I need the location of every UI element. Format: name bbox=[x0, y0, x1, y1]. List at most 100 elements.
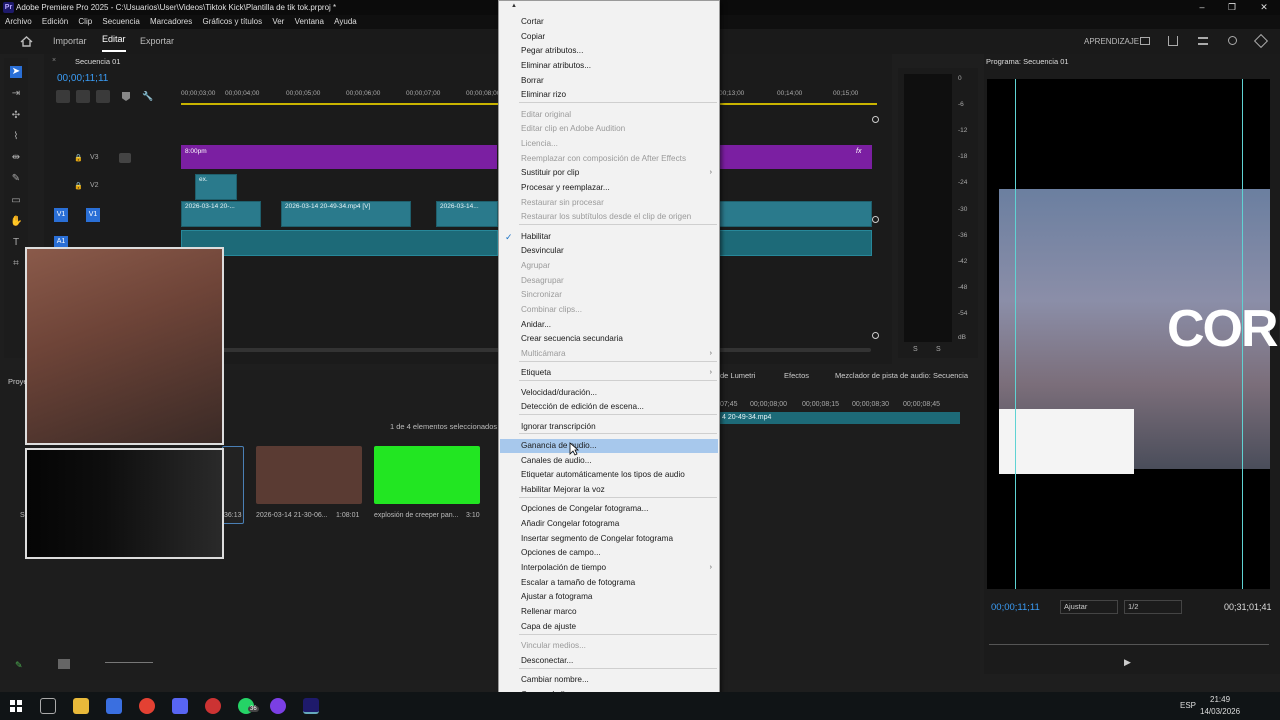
menu-edicion[interactable]: Edición bbox=[42, 17, 68, 26]
context-menu-item[interactable]: Interpolación de tiempo › bbox=[500, 561, 718, 575]
clip-v3[interactable]: 8:00pm bbox=[181, 145, 497, 169]
menu-archivo[interactable]: Archivo bbox=[5, 17, 32, 26]
context-menu-item[interactable]: Habilitar ✓ bbox=[500, 230, 718, 244]
menu-graficos[interactable]: Gráficos y títulos bbox=[203, 17, 263, 26]
program-tab[interactable]: Programa: Secuencia 01 bbox=[986, 57, 1069, 66]
hand-icon[interactable]: ✋ bbox=[10, 216, 22, 228]
share-icon[interactable] bbox=[1168, 36, 1178, 46]
premiere-taskbar-icon[interactable] bbox=[303, 698, 319, 714]
context-menu-item[interactable]: Insertar segmento de Congelar fotograma bbox=[500, 532, 718, 546]
icon-view-button[interactable] bbox=[58, 659, 70, 669]
lock-icon[interactable]: 🔒 bbox=[74, 154, 83, 162]
learn-button[interactable]: APRENDIZAJE bbox=[1084, 29, 1139, 54]
ripple-edit-icon[interactable]: ✣ bbox=[10, 110, 22, 122]
play-icon[interactable]: ▶ bbox=[1124, 657, 1131, 668]
clip-v3-right[interactable] bbox=[716, 145, 872, 169]
track-select-icon[interactable]: ⇥ bbox=[10, 88, 22, 100]
timeline-timecode[interactable]: 00;00;11;11 bbox=[57, 73, 108, 84]
marker-icon[interactable] bbox=[122, 92, 130, 101]
clip-a1[interactable] bbox=[181, 230, 498, 256]
clip-v2[interactable]: ex. bbox=[195, 174, 237, 200]
scroll-handle[interactable] bbox=[872, 332, 879, 339]
eye-icon[interactable] bbox=[119, 153, 131, 163]
fit-select[interactable]: Ajustar bbox=[1060, 600, 1118, 614]
clock-date[interactable]: 14/03/2026 bbox=[1200, 707, 1240, 716]
slip-icon[interactable]: ⇹ bbox=[10, 152, 22, 164]
search-icon[interactable] bbox=[1228, 36, 1237, 45]
program-scrubber[interactable] bbox=[989, 644, 1269, 645]
context-menu-item[interactable]: Añadir Congelar fotograma bbox=[500, 517, 718, 531]
windows-start-icon[interactable] bbox=[8, 698, 24, 714]
fullscreen-icon[interactable] bbox=[1253, 33, 1269, 49]
messenger-icon[interactable] bbox=[270, 698, 286, 714]
tab-mezclador[interactable]: Mezclador de pista de audio: Secuencia bbox=[835, 371, 968, 380]
task-view-icon[interactable] bbox=[40, 698, 56, 714]
type-icon[interactable]: T bbox=[10, 237, 22, 249]
menu-ver[interactable]: Ver bbox=[272, 17, 284, 26]
scroll-handle[interactable] bbox=[872, 216, 879, 223]
home-icon[interactable] bbox=[20, 36, 33, 47]
context-menu-item[interactable]: Copiar bbox=[500, 30, 718, 44]
clock-time[interactable]: 21:49 bbox=[1210, 695, 1230, 704]
context-menu-item[interactable]: Desconectar... bbox=[500, 654, 718, 668]
close-button[interactable]: ✕ bbox=[1250, 0, 1278, 15]
context-menu-item[interactable]: Ganancia de audio... bbox=[500, 439, 718, 453]
context-menu-item[interactable]: Escalar a tamaño de fotograma bbox=[500, 576, 718, 590]
context-menu-item[interactable]: Etiqueta › bbox=[500, 366, 718, 380]
clip-v1-right[interactable] bbox=[716, 201, 872, 227]
menu-secuencia[interactable]: Secuencia bbox=[102, 17, 139, 26]
selection-tool-icon[interactable]: ➤ bbox=[10, 66, 22, 78]
context-menu-item[interactable]: Cortar bbox=[500, 15, 718, 29]
context-menu-item[interactable]: Etiquetar automáticamente los tipos de a… bbox=[500, 468, 718, 482]
caption-icon[interactable]: ⌗ bbox=[10, 258, 22, 270]
context-menu-item[interactable]: Rellenar marco bbox=[500, 605, 718, 619]
discord-icon[interactable] bbox=[172, 698, 188, 714]
context-menu-item[interactable]: Eliminar atributos... bbox=[500, 59, 718, 73]
project-item-thumb[interactable] bbox=[256, 446, 362, 504]
context-menu-item[interactable]: Cambiar nombre... bbox=[500, 673, 718, 687]
wrench-icon[interactable]: 🔧 bbox=[142, 91, 153, 102]
context-menu-item[interactable]: Habilitar Mejorar la voz bbox=[500, 483, 718, 497]
lock-icon[interactable]: 🔒 bbox=[74, 182, 83, 190]
nest-toggle-icon[interactable] bbox=[56, 90, 70, 103]
context-menu-item[interactable]: Desvincular bbox=[500, 244, 718, 258]
tab-lumetri[interactable]: de Lumetri bbox=[720, 371, 755, 380]
clip-a1-right[interactable] bbox=[716, 230, 872, 256]
tab-editar[interactable]: Editar bbox=[102, 29, 126, 52]
context-menu-item[interactable]: Opciones de Congelar fotograma... bbox=[500, 502, 718, 516]
clip-v1-a[interactable]: 2026-03-14 20-... bbox=[181, 201, 261, 227]
program-timecode[interactable]: 00;00;11;11 bbox=[991, 602, 1040, 613]
project-item-thumb[interactable] bbox=[374, 446, 480, 504]
snap-icon[interactable] bbox=[76, 90, 90, 103]
context-menu-item[interactable]: Anidar... bbox=[500, 318, 718, 332]
solo-button[interactable]: S bbox=[913, 346, 918, 353]
language-indicator[interactable]: ESP bbox=[1180, 701, 1196, 710]
clip-v1-c[interactable]: 2026-03-14... bbox=[436, 201, 498, 227]
solo-button[interactable]: S bbox=[936, 346, 941, 353]
tab-exportar[interactable]: Exportar bbox=[140, 29, 174, 54]
context-menu-item[interactable]: Opciones de campo... bbox=[500, 546, 718, 560]
linked-selection-icon[interactable] bbox=[96, 90, 110, 103]
pencil-icon[interactable]: ✎ bbox=[15, 660, 23, 671]
context-menu-item[interactable]: Crear secuencia secundaria bbox=[500, 332, 718, 346]
minimize-button[interactable]: – bbox=[1188, 0, 1216, 15]
context-menu-item[interactable]: Sustituir por clip › bbox=[500, 166, 718, 180]
context-menu-item[interactable]: Velocidad/duración... bbox=[500, 386, 718, 400]
menu-ayuda[interactable]: Ayuda bbox=[334, 17, 357, 26]
tab-importar[interactable]: Importar bbox=[53, 29, 87, 54]
zoom-slider[interactable] bbox=[105, 662, 153, 663]
context-menu-item[interactable]: Eliminar rizo bbox=[500, 88, 718, 102]
sequence-tab[interactable]: Secuencia 01 bbox=[75, 57, 120, 66]
program-viewer[interactable]: CORR bbox=[987, 79, 1280, 589]
obs-icon[interactable] bbox=[205, 698, 221, 714]
menu-clip[interactable]: Clip bbox=[78, 17, 92, 26]
context-menu-item[interactable]: Detección de edición de escena... bbox=[500, 400, 718, 414]
menu-ventana[interactable]: Ventana bbox=[295, 17, 324, 26]
pen-icon[interactable]: ✎ bbox=[10, 173, 22, 185]
context-menu-item[interactable]: Ajustar a fotograma bbox=[500, 590, 718, 604]
context-menu-item[interactable]: Borrar bbox=[500, 74, 718, 88]
chrome-icon[interactable] bbox=[139, 698, 155, 714]
resolution-select[interactable]: 1/2 bbox=[1124, 600, 1182, 614]
file-explorer-icon[interactable] bbox=[73, 698, 89, 714]
context-menu-item[interactable]: Pegar atributos... bbox=[500, 44, 718, 58]
